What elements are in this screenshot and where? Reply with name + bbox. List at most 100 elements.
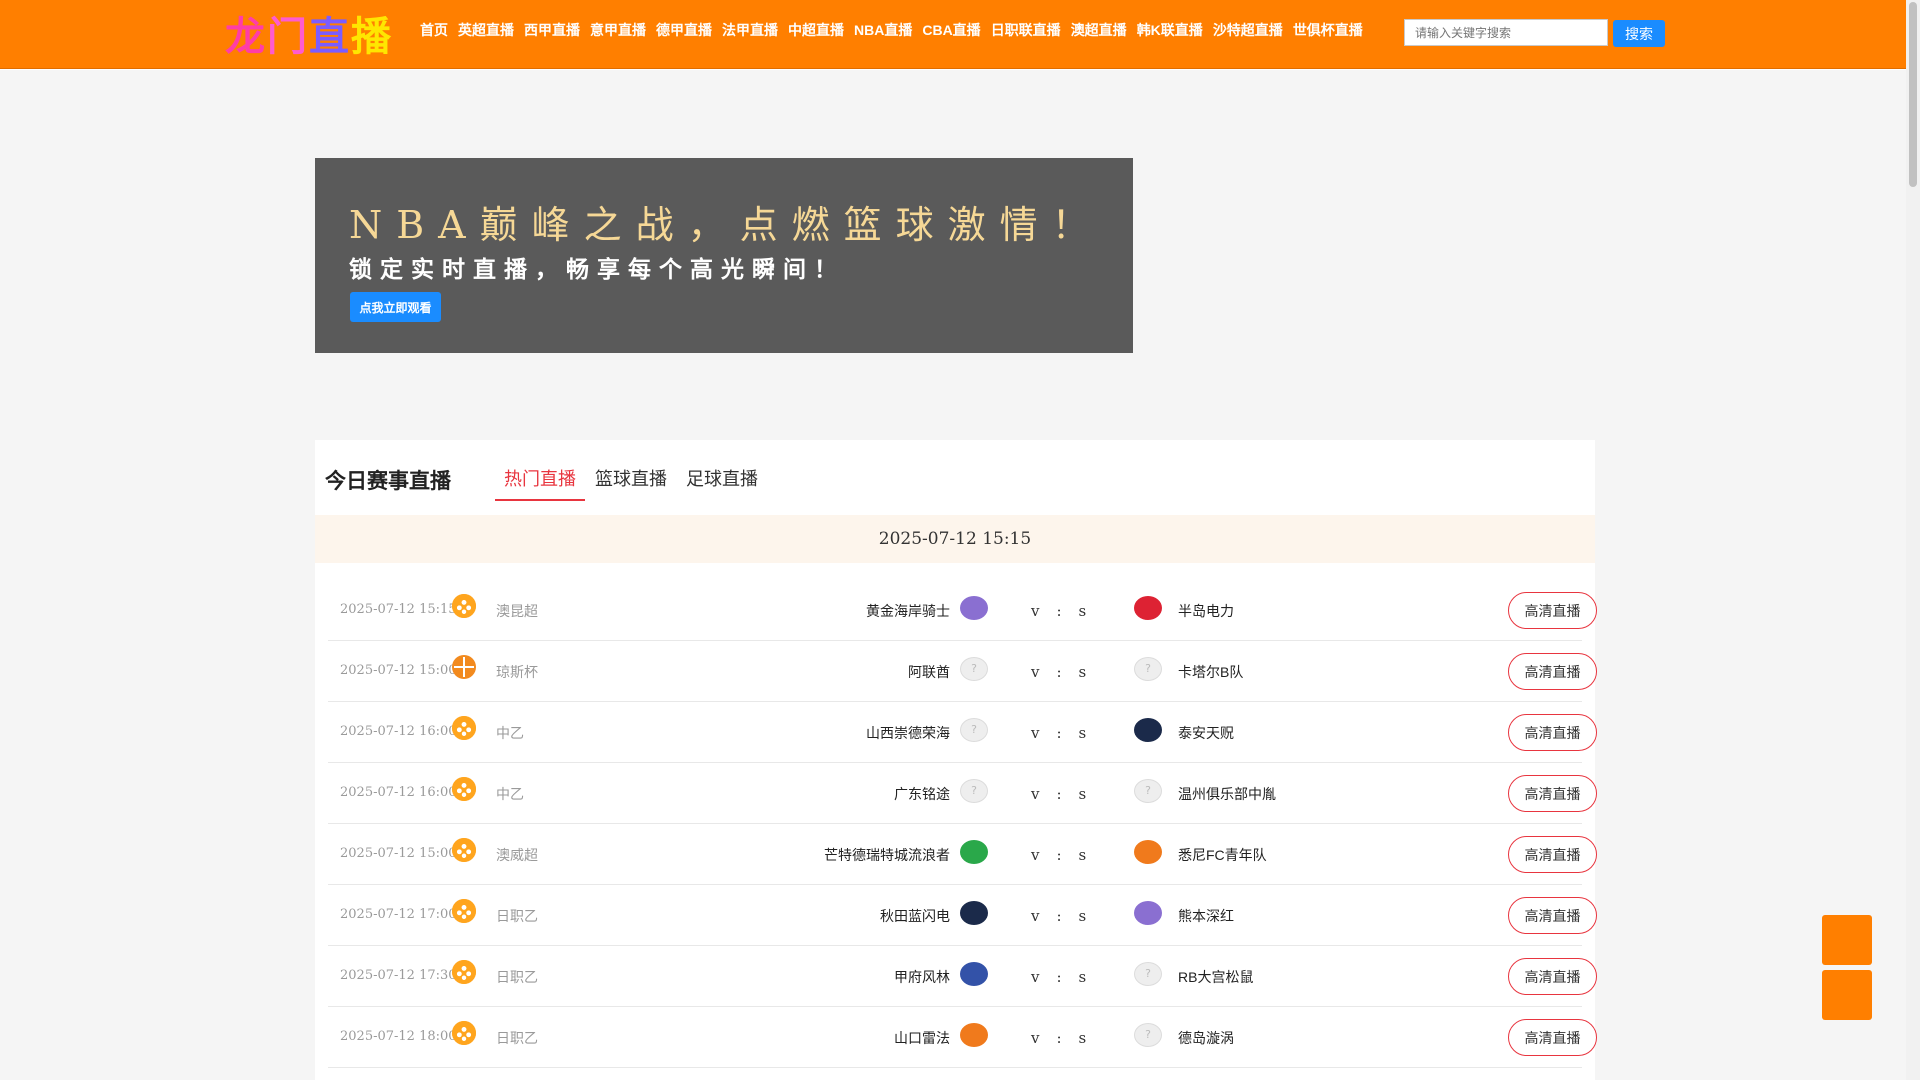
team-crest-icon: [1134, 901, 1162, 925]
football-icon: [452, 1021, 476, 1045]
team-crest-icon: [960, 962, 988, 986]
matches-header: 今日赛事直播 热门直播 篮球直播 足球直播: [315, 440, 1595, 515]
vs-char: v: [1031, 785, 1040, 803]
nav-item-cba[interactable]: CBA直播: [922, 20, 980, 40]
main-nav: 首页 英超直播 西甲直播 意甲直播 德甲直播 法甲直播 中超直播 NBA直播 C…: [420, 20, 1363, 40]
away-team: 温州俱乐部中胤: [1178, 786, 1276, 802]
search-input[interactable]: [1404, 19, 1608, 46]
vs-char: v: [1031, 663, 1040, 681]
search-button[interactable]: 搜索: [1613, 20, 1665, 47]
vs-char: v: [1031, 602, 1040, 620]
away-team: 德岛漩涡: [1178, 1030, 1234, 1046]
team-logo-placeholder-icon: [960, 657, 988, 681]
banner-title: NBA巅峰之战，点燃篮球激情！: [349, 203, 1104, 247]
match-list: 2025-07-12 15:15 澳昆超 黄金海岸骑士 v : s 半岛电力 高…: [328, 580, 1597, 1068]
match-row[interactable]: 2025-07-12 17:00 日职乙 秋田蓝闪电 v : s 熊本深红 高清…: [328, 885, 1597, 946]
away-team: RB大宫松鼠: [1178, 969, 1254, 985]
nav-item-epl[interactable]: 英超直播: [458, 20, 514, 40]
float-button-top[interactable]: [1822, 915, 1872, 965]
hd-live-button[interactable]: 高清直播: [1508, 775, 1597, 812]
nav-item-club-world-cup[interactable]: 世俱杯直播: [1293, 20, 1363, 40]
away-team: 悉尼FC青年队: [1178, 847, 1267, 863]
match-row[interactable]: 2025-07-12 17:30 日职乙 甲府风林 v : s RB大宫松鼠 高…: [328, 946, 1597, 1007]
match-row[interactable]: 2025-07-12 15:00 澳威超 芒特德瑞特城流浪者 v : s 悉尼F…: [328, 824, 1597, 885]
vs-char: :: [1056, 968, 1062, 986]
logo-char: 龙: [225, 14, 267, 60]
basketball-icon: [452, 655, 476, 679]
team-logo-placeholder-icon: [960, 779, 988, 803]
match-row[interactable]: 2025-07-12 15:15 澳昆超 黄金海岸骑士 v : s 半岛电力 高…: [328, 580, 1597, 641]
football-icon: [452, 777, 476, 801]
banner-subtitle: 锁定实时直播，畅享每个高光瞬间！: [349, 256, 845, 282]
team-logo-placeholder-icon: [1134, 962, 1162, 986]
hd-live-button[interactable]: 高清直播: [1508, 592, 1597, 629]
away-team: 泰安天贶: [1178, 725, 1234, 741]
team-crest-icon: [960, 901, 988, 925]
vs-char: s: [1078, 663, 1087, 681]
tab-football[interactable]: 足球直播: [677, 465, 767, 501]
league-name: 澳威超: [496, 847, 538, 863]
team-logo-placeholder-icon: [1134, 657, 1162, 681]
league-name: 日职乙: [496, 1030, 538, 1046]
nav-item-ligue1[interactable]: 法甲直播: [722, 20, 778, 40]
league-name: 澳昆超: [496, 603, 538, 619]
nav-item-aleague[interactable]: 澳超直播: [1071, 20, 1127, 40]
match-row[interactable]: 2025-07-12 18:00 日职乙 山口雷法 v : s 德岛漩涡 高清直…: [328, 1007, 1597, 1068]
vs-char: s: [1078, 907, 1087, 925]
away-team: 半岛电力: [1178, 603, 1234, 619]
tab-hot[interactable]: 热门直播: [495, 465, 585, 501]
versus: v : s: [1031, 846, 1086, 864]
home-team: 芒特德瑞特城流浪者: [824, 847, 950, 863]
match-row[interactable]: 2025-07-12 15:00 琼斯杯 阿联酋 v : s 卡塔尔B队 高清直…: [328, 641, 1597, 702]
hd-live-button[interactable]: 高清直播: [1508, 714, 1597, 751]
nav-item-kleague[interactable]: 韩K联直播: [1137, 20, 1203, 40]
match-time: 2025-07-12 18:00: [340, 1029, 457, 1044]
vs-char: s: [1078, 846, 1087, 864]
match-row[interactable]: 2025-07-12 16:00 中乙 山西崇德荣海 v : s 泰安天贶 高清…: [328, 702, 1597, 763]
vs-char: s: [1078, 785, 1087, 803]
nav-item-jleague[interactable]: 日职联直播: [991, 20, 1061, 40]
vs-char: :: [1056, 663, 1062, 681]
nav-item-seriea[interactable]: 意甲直播: [590, 20, 646, 40]
match-row[interactable]: 2025-07-12 16:00 中乙 广东铭途 v : s 温州俱乐部中胤 高…: [328, 763, 1597, 824]
promo-banner[interactable]: NBA巅峰之战，点燃篮球激情！ 锁定实时直播，畅享每个高光瞬间！ 点我立即观看: [315, 158, 1133, 353]
match-tabs: 热门直播 篮球直播 足球直播: [495, 465, 768, 501]
nav-item-saudi[interactable]: 沙特超直播: [1213, 20, 1283, 40]
nav-item-nba[interactable]: NBA直播: [854, 20, 912, 40]
logo-char: 播: [351, 14, 393, 60]
nav-item-home[interactable]: 首页: [420, 20, 448, 40]
team-crest-icon: [1134, 718, 1162, 742]
football-icon: [452, 716, 476, 740]
team-crest-icon: [1134, 840, 1162, 864]
hd-live-button[interactable]: 高清直播: [1508, 836, 1597, 873]
scrollbar-thumb[interactable]: [1909, 2, 1917, 187]
float-button-bottom[interactable]: [1822, 970, 1872, 1020]
vs-char: v: [1031, 724, 1040, 742]
hd-live-button[interactable]: 高清直播: [1508, 653, 1597, 690]
home-team: 山口雷法: [894, 1030, 950, 1046]
hd-live-button[interactable]: 高清直播: [1508, 958, 1597, 995]
league-name: 日职乙: [496, 908, 538, 924]
team-crest-icon: [960, 1023, 988, 1047]
top-navbar: 龙 门 直 播 首页 英超直播 西甲直播 意甲直播 德甲直播 法甲直播 中超直播…: [0, 0, 1920, 69]
football-icon: [452, 899, 476, 923]
vs-char: :: [1056, 1029, 1062, 1047]
site-logo[interactable]: 龙 门 直 播: [225, 8, 407, 60]
hd-live-button[interactable]: 高清直播: [1508, 897, 1597, 934]
nav-item-bundesliga[interactable]: 德甲直播: [656, 20, 712, 40]
scrollbar[interactable]: [1906, 0, 1920, 1080]
league-name: 琼斯杯: [496, 664, 538, 680]
hd-live-button[interactable]: 高清直播: [1508, 1019, 1597, 1056]
home-team: 广东铭途: [894, 786, 950, 802]
match-time: 2025-07-12 16:00: [340, 785, 457, 800]
tab-basketball[interactable]: 篮球直播: [586, 465, 676, 501]
match-time: 2025-07-12 17:00: [340, 907, 457, 922]
home-team: 黄金海岸骑士: [866, 603, 950, 619]
watch-now-button[interactable]: 点我立即观看: [350, 292, 441, 322]
vs-char: s: [1078, 602, 1087, 620]
team-crest-icon: [1134, 596, 1162, 620]
football-icon: [452, 838, 476, 862]
nav-item-csl[interactable]: 中超直播: [788, 20, 844, 40]
nav-item-laliga[interactable]: 西甲直播: [524, 20, 580, 40]
vs-char: :: [1056, 602, 1062, 620]
